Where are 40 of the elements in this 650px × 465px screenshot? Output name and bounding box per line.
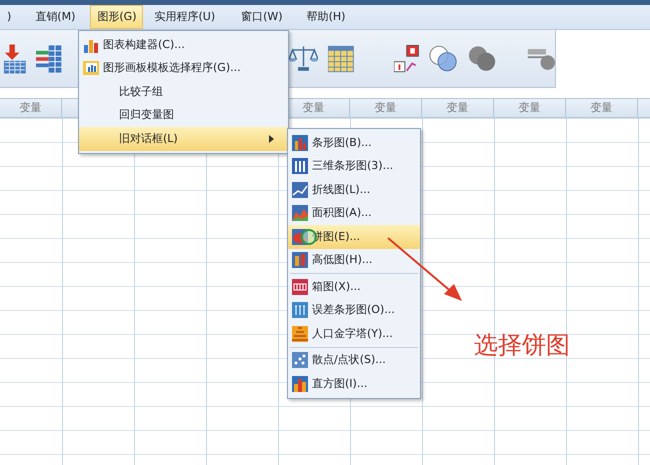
table-icon[interactable] [328,44,354,72]
column-header: 变量 [566,99,638,117]
menu-item[interactable]: 误差条形图(O)... [288,298,420,322]
pie-chart-icon [292,228,308,245]
menu-item[interactable]: ) [6,5,18,29]
column-header: 变量 [494,99,566,117]
menu-item[interactable]: 面积图(A)... [288,202,420,225]
box-plot-icon [292,278,308,295]
column-header: 变量 [350,99,422,117]
menu-item[interactable]: 窗口(W) [234,5,290,29]
menu-item[interactable]: 三维条形图(3)... [288,154,420,178]
menu-item[interactable]: 图形(G) [90,5,144,29]
column-header: 变量 [0,99,62,117]
menu-item[interactable]: 帮助(H) [300,5,352,29]
menu-item[interactable]: 人口金字塔(Y)... [288,322,420,346]
histogram-icon [292,376,308,392]
scatter-plot-icon [292,352,308,368]
menu-item[interactable]: 条形图(B)... [288,131,420,154]
menu-item[interactable]: 直方图(I)... [288,372,420,396]
menu-item[interactable]: 实用程序(U) [147,5,222,29]
menu-item[interactable]: 图表构建器(C)... [79,33,288,56]
line-chart-icon [292,182,308,198]
area-chart-icon [292,205,308,222]
annotation-text: 选择饼图 [474,330,570,361]
menu-item[interactable]: 图形画板模板选择程序(G)... [79,56,288,80]
bar-chart-icon [292,134,308,151]
bar-chart-icon [292,252,308,268]
menu-item[interactable]: 散点/点状(S)... [288,348,420,372]
menu-item[interactable]: 高低图(H)... [288,248,420,272]
chart-board-icon [83,60,99,76]
value-labels-icon[interactable] [394,44,420,74]
menu-item[interactable]: 箱图(X)... [288,275,420,298]
menu-item[interactable]: 折线图(L)... [288,178,420,202]
pyramid-icon [292,326,308,342]
error-bar-icon [292,302,308,318]
menu-item[interactable]: 旧对话框(L) [79,127,288,150]
bar-columns-icon [292,158,308,174]
column-header: 变量 [422,99,494,117]
menu-item[interactable]: 直销(M) [28,5,82,29]
circles-icon[interactable] [429,44,458,74]
